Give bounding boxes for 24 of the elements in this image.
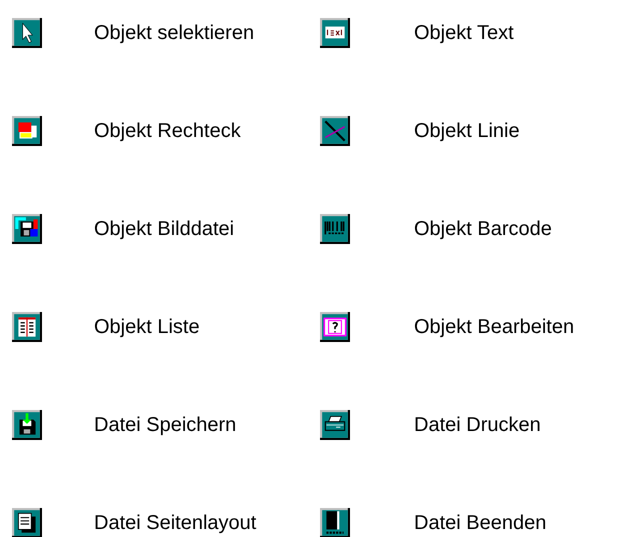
tool-label: Objekt Bilddatei: [94, 217, 234, 242]
tool-label: Datei Seitenlayout: [94, 511, 256, 536]
text-frame-icon[interactable]: [320, 18, 350, 48]
tool-label: Objekt Text: [414, 21, 514, 46]
question-frame-icon[interactable]: [320, 312, 350, 342]
tool-label: Datei Beenden: [414, 511, 546, 536]
tool-label: Datei Drucken: [414, 413, 541, 438]
floppy-picture-icon[interactable]: [12, 214, 42, 244]
tool-label: Objekt Rechteck: [94, 119, 241, 144]
tool-label: Objekt Barcode: [414, 217, 552, 242]
pages-icon[interactable]: [12, 508, 42, 537]
tool-label: Objekt Liste: [94, 315, 200, 340]
rectangles-icon[interactable]: [12, 116, 42, 146]
tool-label: Objekt selektieren: [94, 21, 254, 46]
printer-icon[interactable]: [320, 410, 350, 440]
table-icon[interactable]: [12, 312, 42, 342]
door-icon[interactable]: [320, 508, 350, 537]
save-icon[interactable]: [12, 410, 42, 440]
tool-label: Objekt Bearbeiten: [414, 315, 574, 340]
tool-label: Datei Speichern: [94, 413, 236, 438]
barcode-icon[interactable]: [320, 214, 350, 244]
tool-label: Objekt Linie: [414, 119, 520, 144]
crossed-lines-icon[interactable]: [320, 116, 350, 146]
pointer-icon[interactable]: [12, 18, 42, 48]
